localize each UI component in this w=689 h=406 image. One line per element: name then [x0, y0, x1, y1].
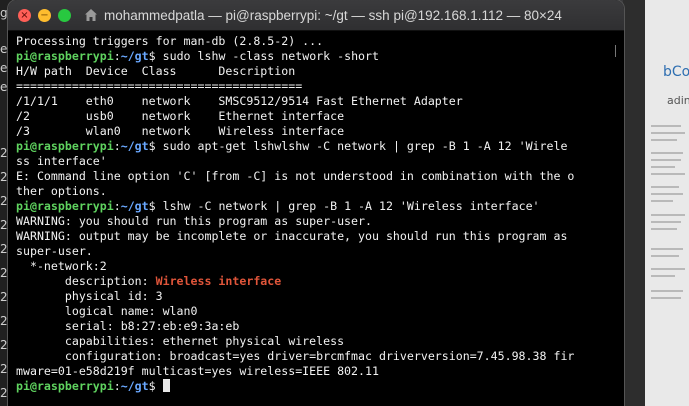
terminal-output-line: serial: b8:27:eb:e9:3a:eb: [16, 319, 624, 334]
terminal-output-line: /3 wlan0 network Wireless interface: [16, 124, 624, 139]
terminal-window[interactable]: × − mohammedpatla — pi@raspberrypi: ~/gt…: [8, 0, 624, 406]
output-text: ther options.: [16, 184, 107, 198]
prompt-user-host: pi@raspberrypi: [16, 139, 114, 153]
output-text: H/W path Device Class Description: [16, 64, 296, 78]
command-text: sudo apt-get lshwlshw -C network | grep …: [162, 139, 568, 153]
prompt-separator: :: [113, 49, 121, 63]
desktop: ga ev ev ev 21 21 21 21 21 21 21 21 21 21 21 bCo adin: [0, 0, 689, 406]
prompt-separator: :: [113, 139, 121, 153]
output-text: *-network:2: [16, 259, 107, 273]
prompt-user-host: pi@raspberrypi: [16, 199, 114, 213]
prompt-user-host: pi@raspberrypi: [16, 379, 114, 393]
minimize-window-button[interactable]: −: [38, 9, 51, 22]
prompt-path: ~/gt: [120, 199, 149, 213]
command-text: lshw -C network | grep -B 1 -A 12 'Wirel…: [162, 199, 540, 213]
prompt-path: ~/gt: [120, 139, 149, 153]
terminal-output-line: WARNING: you should run this program as …: [16, 214, 624, 229]
output-text: /3 wlan0 network Wireless interface: [16, 124, 345, 138]
scrollbar-marker: [615, 45, 616, 57]
prompt-symbol: $: [148, 199, 156, 213]
highlighted-match: Wireless interface: [155, 274, 282, 288]
output-text: E: Command line option 'C' [from -C] is …: [16, 169, 575, 183]
prompt-path: ~/gt: [120, 49, 149, 63]
output-text: description:: [16, 274, 156, 288]
background-sub-text: adin: [667, 94, 689, 107]
prompt-separator: :: [113, 379, 121, 393]
minimize-icon: −: [40, 9, 49, 21]
terminal-output-line: ========================================…: [16, 79, 624, 94]
output-text: physical id: 3: [16, 289, 163, 303]
command-text: sudo lshw -class network -short: [162, 49, 379, 63]
prompt-separator: :: [113, 199, 121, 213]
prompt-symbol: $: [148, 379, 156, 393]
zoom-window-button[interactable]: [58, 9, 71, 22]
terminal-output-line: WARNING: output may be incomplete or ina…: [16, 229, 624, 244]
output-text: capabilities: ethernet physical wireless: [16, 334, 345, 348]
window-title: mohammedpatla — pi@raspberrypi: ~/gt — s…: [104, 7, 562, 23]
output-text: /1/1/1 eth0 network SMSC9512/9514 Fast E…: [16, 94, 463, 108]
terminal-titlebar[interactable]: × − mohammedpatla — pi@raspberrypi: ~/gt…: [8, 0, 624, 31]
window-title-group: mohammedpatla — pi@raspberrypi: ~/gt — s…: [84, 0, 562, 30]
terminal-output[interactable]: Processing triggers for man-db (2.8.5-2)…: [8, 31, 624, 394]
output-text: /2 usb0 network Ethernet interface: [16, 109, 345, 123]
terminal-output-line: capabilities: ethernet physical wireless: [16, 334, 624, 349]
terminal-output-line: super-user.: [16, 244, 624, 259]
terminal-output-line: E: Command line option 'C' [from -C] is …: [16, 169, 624, 184]
output-text: logical name: wlan0: [16, 304, 198, 318]
output-text: Processing triggers for man-db (2.8.5-2)…: [16, 34, 324, 48]
terminal-output-line: /2 usb0 network Ethernet interface: [16, 109, 624, 124]
terminal-output-line: configuration: broadcast=yes driver=brcm…: [16, 349, 624, 364]
terminal-command-line: pi@raspberrypi:~/gt$ sudo apt-get lshwls…: [16, 139, 624, 154]
output-text: WARNING: you should run this program as …: [16, 214, 372, 228]
output-text: WARNING: output may be incomplete or ina…: [16, 229, 568, 243]
prompt-user-host: pi@raspberrypi: [16, 49, 114, 63]
terminal-output-line: ther options.: [16, 184, 624, 199]
prompt-symbol: $: [148, 139, 156, 153]
terminal-output-line: physical id: 3: [16, 289, 624, 304]
terminal-command-line: pi@raspberrypi:~/gt$ lshw -C network | g…: [16, 199, 624, 214]
terminal-output-line: *-network:2: [16, 259, 624, 274]
terminal-output-line: Processing triggers for man-db (2.8.5-2)…: [16, 34, 624, 49]
prompt-path: ~/gt: [120, 379, 149, 393]
output-text: configuration: broadcast=yes driver=brcm…: [16, 349, 575, 363]
terminal-output-line: H/W path Device Class Description: [16, 64, 624, 79]
output-text: ========================================…: [16, 79, 303, 93]
background-link-text: bCo: [663, 64, 689, 80]
terminal-command-line: pi@raspberrypi:~/gt$: [16, 379, 624, 394]
output-text: ss interface': [16, 154, 107, 168]
close-icon: ×: [20, 9, 29, 21]
output-text: serial: b8:27:eb:e9:3a:eb: [16, 319, 240, 333]
home-icon: [85, 9, 97, 21]
terminal-output-line: /1/1/1 eth0 network SMSC9512/9514 Fast E…: [16, 94, 624, 109]
background-app-right: bCo adin: [623, 0, 689, 406]
terminal-output-line: mware=01-e58d219f multicast=yes wireless…: [16, 364, 624, 379]
prompt-symbol: $: [148, 49, 156, 63]
output-text: mware=01-e58d219f multicast=yes wireless…: [16, 364, 379, 378]
background-dark-stripe: [623, 0, 645, 406]
close-window-button[interactable]: ×: [18, 9, 31, 22]
terminal-output-line: logical name: wlan0: [16, 304, 624, 319]
terminal-command-line: pi@raspberrypi:~/gt$ sudo lshw -class ne…: [16, 49, 624, 64]
cursor-block: [162, 379, 170, 392]
terminal-output-line: ss interface': [16, 154, 624, 169]
output-text: super-user.: [16, 244, 93, 258]
terminal-output-line: description: Wireless interface: [16, 274, 624, 289]
